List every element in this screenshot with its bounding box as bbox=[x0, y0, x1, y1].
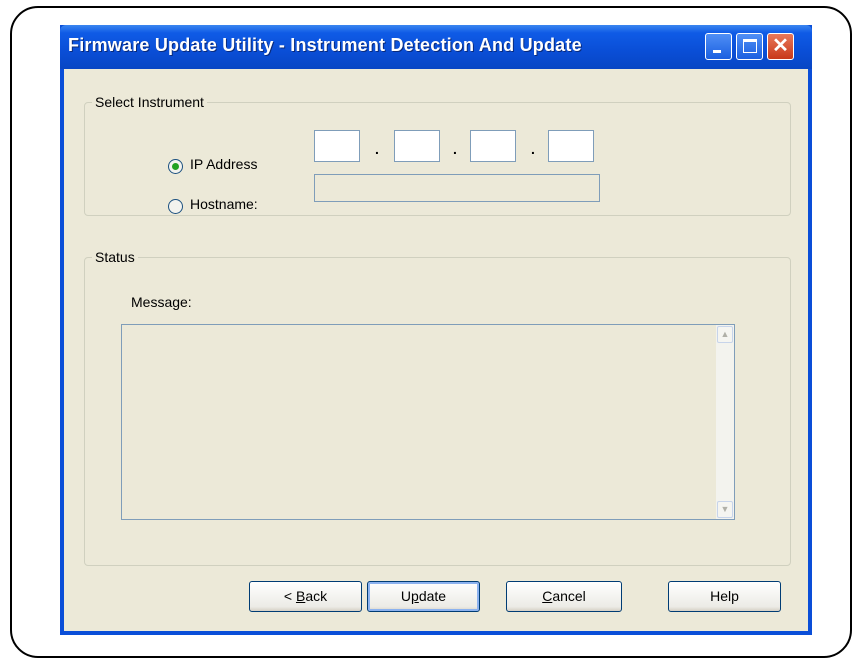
radio-selected-dot bbox=[172, 163, 179, 170]
ip-octet-4-input[interactable] bbox=[548, 130, 594, 162]
title-bar[interactable]: Firmware Update Utility - Instrument Det… bbox=[60, 25, 812, 69]
hostname-label[interactable]: Hostname: bbox=[190, 196, 258, 212]
window-title: Firmware Update Utility - Instrument Det… bbox=[68, 35, 582, 55]
close-icon: ✕ bbox=[772, 35, 789, 57]
message-label: Message: bbox=[131, 294, 192, 310]
scroll-down-icon[interactable]: ▼ bbox=[717, 501, 733, 518]
ip-octet-1-input[interactable] bbox=[314, 130, 360, 162]
ip-separator: . bbox=[375, 141, 379, 157]
ip-address-radio[interactable] bbox=[168, 159, 183, 174]
hostname-input[interactable] bbox=[314, 174, 600, 202]
dialog-window: Firmware Update Utility - Instrument Det… bbox=[60, 25, 812, 635]
status-legend: Status bbox=[95, 249, 135, 265]
close-button[interactable]: ✕ bbox=[767, 33, 794, 60]
cancel-button[interactable]: Cancel bbox=[506, 581, 622, 612]
ip-address-label[interactable]: IP Address bbox=[190, 156, 257, 172]
ip-separator: . bbox=[531, 141, 535, 157]
dialog-body: Select Instrument IP Address . . . Hostn… bbox=[64, 69, 808, 631]
maximize-button[interactable] bbox=[736, 33, 763, 60]
hostname-radio[interactable] bbox=[168, 199, 183, 214]
ip-octet-2-input[interactable] bbox=[394, 130, 440, 162]
message-scrollbar[interactable]: ▲ ▼ bbox=[716, 325, 734, 519]
scroll-up-icon[interactable]: ▲ bbox=[717, 326, 733, 343]
update-button[interactable]: Update bbox=[367, 581, 480, 612]
message-textarea[interactable]: ▲ ▼ bbox=[121, 324, 735, 520]
select-instrument-legend: Select Instrument bbox=[95, 94, 204, 110]
ip-separator: . bbox=[453, 141, 457, 157]
minimize-icon bbox=[713, 50, 721, 53]
help-button[interactable]: Help bbox=[668, 581, 781, 612]
minimize-button[interactable] bbox=[705, 33, 732, 60]
back-button[interactable]: < Back bbox=[249, 581, 362, 612]
maximize-icon bbox=[743, 39, 757, 53]
ip-octet-3-input[interactable] bbox=[470, 130, 516, 162]
